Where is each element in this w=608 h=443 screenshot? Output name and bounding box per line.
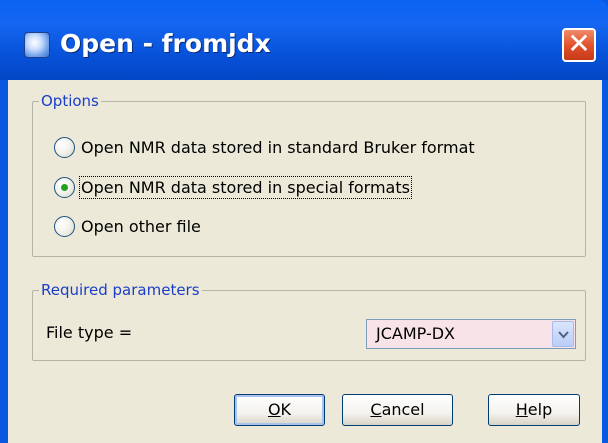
ok-mnemonic: O: [267, 400, 281, 419]
cancel-mnemonic: C: [370, 400, 382, 419]
file-type-value: JCAMP-DX: [376, 324, 455, 343]
radio-option-standard-bruker[interactable]: Open NMR data stored in standard Bruker …: [54, 134, 475, 160]
radio-button[interactable]: [54, 215, 75, 237]
close-button[interactable]: ✕: [562, 28, 596, 62]
cancel-button[interactable]: Cancel: [342, 394, 453, 426]
help-button[interactable]: Help: [488, 394, 580, 426]
file-type-label: File type =: [46, 323, 133, 342]
required-parameters-legend: Required parameters: [39, 280, 202, 300]
dialog-body: Options Open NMR data stored in standard…: [8, 80, 602, 443]
ok-label-rest: K: [280, 400, 292, 419]
file-type-select[interactable]: JCAMP-DX: [366, 319, 576, 349]
help-label-rest: elp: [527, 400, 553, 419]
chevron-down-icon: [558, 331, 569, 339]
radio-button-selected[interactable]: [54, 176, 75, 198]
options-group: Options Open NMR data stored in standard…: [32, 91, 586, 257]
title-bar[interactable]: Open - fromjdx ✕: [0, 0, 608, 80]
app-icon: [24, 32, 50, 58]
window-title: Open - fromjdx: [60, 29, 271, 58]
radio-option-other-file[interactable]: Open other file: [54, 213, 201, 239]
radio-option-special-formats[interactable]: Open NMR data stored in special formats: [54, 174, 412, 200]
help-mnemonic: H: [515, 400, 528, 419]
options-legend: Options: [39, 91, 101, 111]
dropdown-button[interactable]: [552, 321, 574, 347]
radio-label: Open NMR data stored in special formats: [79, 175, 412, 199]
ok-button[interactable]: OK: [234, 394, 325, 426]
radio-label: Open NMR data stored in standard Bruker …: [81, 137, 475, 157]
radio-label: Open other file: [81, 216, 201, 236]
close-icon: ✕: [567, 27, 591, 60]
radio-button[interactable]: [54, 136, 75, 158]
required-parameters-group: Required parameters File type = JCAMP-DX: [32, 280, 586, 361]
dialog-window: Open - fromjdx ✕ Options Open NMR data s…: [0, 0, 608, 443]
cancel-label-rest: ancel: [381, 400, 425, 419]
